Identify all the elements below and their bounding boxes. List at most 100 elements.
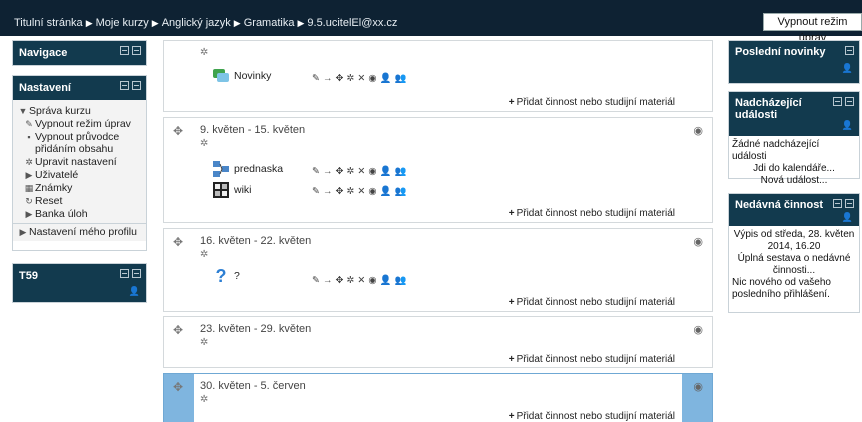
section-title[interactable]: 23. květen - 29. květen [200, 323, 311, 335]
course-section-3: ✥ 23. květen - 29. květen ◉ ✲ + Přidat či… [163, 316, 713, 368]
hide-section-eye-icon[interactable]: ◉ [693, 323, 703, 336]
bullet-icon: ▪ [27, 132, 31, 142]
plus-icon: + [508, 208, 515, 219]
dock-icon[interactable] [120, 269, 129, 278]
assign-roles-icon[interactable]: 👤 [842, 63, 853, 74]
add-activity-link[interactable]: + Přidat činnost nebo studijní materiál [509, 411, 675, 422]
activity-edit-tools-icon[interactable]: ✎→✥✲✕◉👤👥 [312, 73, 409, 84]
settings-item-disable-wizard[interactable]: ▪ Vypnout průvodce přidáním obsahu [17, 131, 142, 155]
expanded-triangle-icon: ▼ [18, 106, 28, 116]
no-upcoming-events-text: Žádné nadcházející události [732, 139, 820, 162]
settings-item-grades[interactable]: ▦ Známky [17, 182, 142, 194]
settings-tree: ▼ Správa kurzu ✎ Vypnout režim úprav ▪ Vypn… [13, 100, 146, 241]
breadcrumb-my-courses[interactable]: Moje kurzy [96, 17, 149, 29]
breadcrumb-course[interactable]: 9.5.ucitelEl@xx.cz [307, 17, 397, 29]
add-activity-link[interactable]: + Přidat činnost nebo studijní materiál [509, 297, 675, 308]
plus-icon: + [508, 354, 515, 365]
activity-name: ? [234, 270, 240, 282]
breadcrumb-separator-icon: ▶ [233, 18, 241, 28]
full-report-link[interactable]: Úplná sestava o nedávné činnosti... [732, 253, 856, 277]
wiki-icon [213, 182, 229, 198]
settings-block-header[interactable]: Nastavení [13, 76, 146, 100]
move-section-icon[interactable]: ✥ [173, 124, 183, 138]
question-icon: ? [215, 266, 227, 286]
recent-activity-header[interactable]: Nedávná činnost 👤 [729, 194, 859, 226]
dock-icon[interactable] [120, 81, 129, 90]
plus-icon: + [508, 411, 515, 422]
activity-edit-tools-icon[interactable]: ✎→✥✲✕◉👤👥 [312, 275, 409, 286]
reset-icon: ↻ [25, 196, 33, 206]
breadcrumb-home[interactable]: Titulní stránka [14, 17, 83, 29]
collapse-icon[interactable] [845, 46, 854, 55]
breadcrumb-separator-icon: ▶ [85, 18, 93, 28]
activity-wiki[interactable]: wiki [212, 181, 252, 199]
section-settings-gear-icon[interactable]: ✲ [200, 47, 208, 58]
collapse-icon[interactable] [132, 269, 141, 278]
section-settings-gear-icon[interactable]: ✲ [200, 394, 208, 405]
section-settings-gear-icon[interactable]: ✲ [200, 138, 208, 149]
assign-roles-icon[interactable]: 👤 [129, 286, 140, 297]
activity-question[interactable]: ? ? [212, 267, 240, 285]
activity-since-text: Výpis od středa, 28. květen 2014, 16.20 [733, 229, 855, 252]
settings-item-edit-settings[interactable]: ✲ Upravit nastavení [17, 156, 142, 168]
upcoming-events-header[interactable]: Nadcházející události 👤 [729, 92, 859, 136]
activity-edit-tools-icon[interactable]: ✎→✥✲✕◉👤👥 [312, 186, 409, 197]
add-activity-link[interactable]: + Přidat činnost nebo studijní materiál [509, 97, 675, 108]
settings-item-reset[interactable]: ↻ Reset [17, 195, 142, 207]
add-activity-link[interactable]: + Přidat činnost nebo studijní materiál [509, 208, 675, 219]
upcoming-events-title: Nadcházející události [735, 97, 802, 121]
forum-icon [213, 69, 229, 82]
move-section-icon[interactable]: ✥ [173, 380, 183, 394]
top-bar: Titulní stránka ▶ Moje kurzy ▶ Anglický jazy… [0, 0, 862, 44]
activity-edit-tools-icon[interactable]: ✎→✥✲✕◉👤👥 [312, 166, 409, 177]
navigation-block-header[interactable]: Navigace [13, 41, 146, 65]
section-title[interactable]: 16. květen - 22. květen [200, 235, 311, 247]
activity-lesson[interactable]: prednaska [212, 160, 283, 178]
lesson-icon [213, 161, 229, 177]
profile-settings-node[interactable]: ▶ Nastavení mého profilu [17, 226, 142, 238]
settings-block-title: Nastavení [19, 82, 71, 94]
breadcrumb-subcategory[interactable]: Gramatika [244, 17, 295, 29]
hide-section-eye-icon[interactable]: ◉ [693, 235, 703, 248]
section-title[interactable]: 9. květen - 15. květen [200, 124, 305, 136]
section-title[interactable]: 30. květen - 5. červen [200, 380, 306, 392]
collapse-icon[interactable] [845, 97, 854, 106]
add-activity-link[interactable]: + Přidat činnost nebo studijní materiál [509, 354, 675, 365]
section-settings-gear-icon[interactable]: ✲ [200, 249, 208, 260]
t59-block-title: T59 [19, 270, 38, 282]
new-event-link[interactable]: Nová událost... [732, 175, 856, 187]
dock-icon[interactable] [833, 199, 842, 208]
turn-editing-off-button[interactable]: Vypnout režim úprav [763, 13, 862, 44]
course-admin-node[interactable]: ▼ Správa kurzu [17, 105, 142, 117]
latest-news-header[interactable]: Poslední novinky [729, 41, 859, 63]
breadcrumb-category[interactable]: Anglický jazyk [162, 17, 231, 29]
nothing-new-text: Nic nového od vašeho posledního přihláše… [732, 277, 831, 300]
course-section-4-current: ✥ 30. květen - 5. červen ◉ ✲ + Přidat čin… [163, 373, 713, 422]
move-section-icon[interactable]: ✥ [173, 235, 183, 249]
course-section-2: ✥ 16. květen - 22. květen ◉ ✲ ? ? ✎→✥✲✕◉… [163, 228, 713, 312]
move-section-icon[interactable]: ✥ [173, 323, 183, 337]
t59-block-header[interactable]: T59 [13, 264, 146, 288]
hide-section-eye-icon[interactable]: ◉ [693, 380, 703, 393]
collapse-icon[interactable] [132, 81, 141, 90]
settings-item-users[interactable]: ▶ Uživatelé [17, 169, 142, 181]
activity-name: wiki [234, 184, 252, 196]
collapse-icon[interactable] [845, 199, 854, 208]
breadcrumb-separator-icon: ▶ [297, 18, 305, 28]
dock-icon[interactable] [833, 97, 842, 106]
recent-activity-title: Nedávná činnost [735, 199, 824, 211]
settings-item-turn-editing-off[interactable]: ✎ Vypnout režim úprav [17, 118, 142, 130]
go-to-calendar-link[interactable]: Jdi do kalendáře... [732, 163, 856, 175]
gear-icon: ✲ [25, 157, 33, 167]
assign-roles-icon[interactable]: 👤 [842, 212, 853, 223]
hide-section-eye-icon[interactable]: ◉ [693, 124, 703, 137]
settings-item-question-bank[interactable]: ▶ Banka úloh [17, 208, 142, 220]
collapse-icon[interactable] [132, 46, 141, 55]
navigation-block: Navigace [12, 40, 147, 66]
section-settings-gear-icon[interactable]: ✲ [200, 337, 208, 348]
dock-icon[interactable] [120, 46, 129, 55]
activity-forum[interactable]: Novinky [212, 67, 271, 85]
assign-roles-icon[interactable]: 👤 [842, 120, 853, 131]
t59-block: T59 👤 [12, 263, 147, 303]
pencil-icon: ✎ [25, 119, 33, 129]
